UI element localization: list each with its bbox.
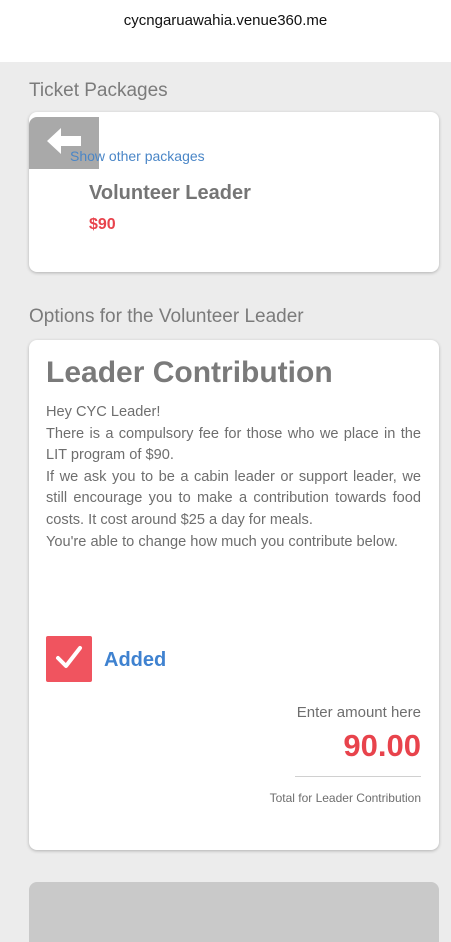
option-description: Hey CYC Leader! There is a compulsory fe… <box>46 402 421 553</box>
package-name: Volunteer Leader <box>89 182 251 204</box>
checkmark-icon <box>55 645 83 674</box>
description-line: There is a compulsory fee for those who … <box>46 425 421 464</box>
package-card: Show other packages Volunteer Leader $90 <box>29 112 439 272</box>
browser-url-bar[interactable]: cycngaruawahia.venue360.me <box>0 0 451 62</box>
description-line: Hey CYC Leader! <box>46 404 161 420</box>
added-checkbox[interactable] <box>46 636 92 682</box>
package-price: $90 <box>89 216 116 233</box>
description-line: You're able to change how much you contr… <box>46 533 398 550</box>
ticket-packages-heading: Ticket Packages <box>29 80 168 101</box>
bottom-action-bar[interactable] <box>29 882 439 942</box>
amount-label: Enter amount here <box>296 704 421 721</box>
amount-underline <box>295 776 421 777</box>
url-text: cycngaruawahia.venue360.me <box>123 11 328 29</box>
option-card: Leader Contribution Hey CYC Leader! Ther… <box>29 340 439 850</box>
page-content: Ticket Packages Show other packages Volu… <box>8 62 443 942</box>
added-label[interactable]: Added <box>104 649 166 672</box>
amount-input[interactable]: 90.00 <box>343 728 421 764</box>
amount-caption: Total for Leader Contribution <box>269 791 421 805</box>
options-heading: Options for the Volunteer Leader <box>29 306 304 327</box>
option-title: Leader Contribution <box>46 356 333 389</box>
description-line: If we ask you to be a cabin leader or su… <box>46 468 421 528</box>
show-other-packages-link[interactable]: Show other packages <box>70 148 205 164</box>
